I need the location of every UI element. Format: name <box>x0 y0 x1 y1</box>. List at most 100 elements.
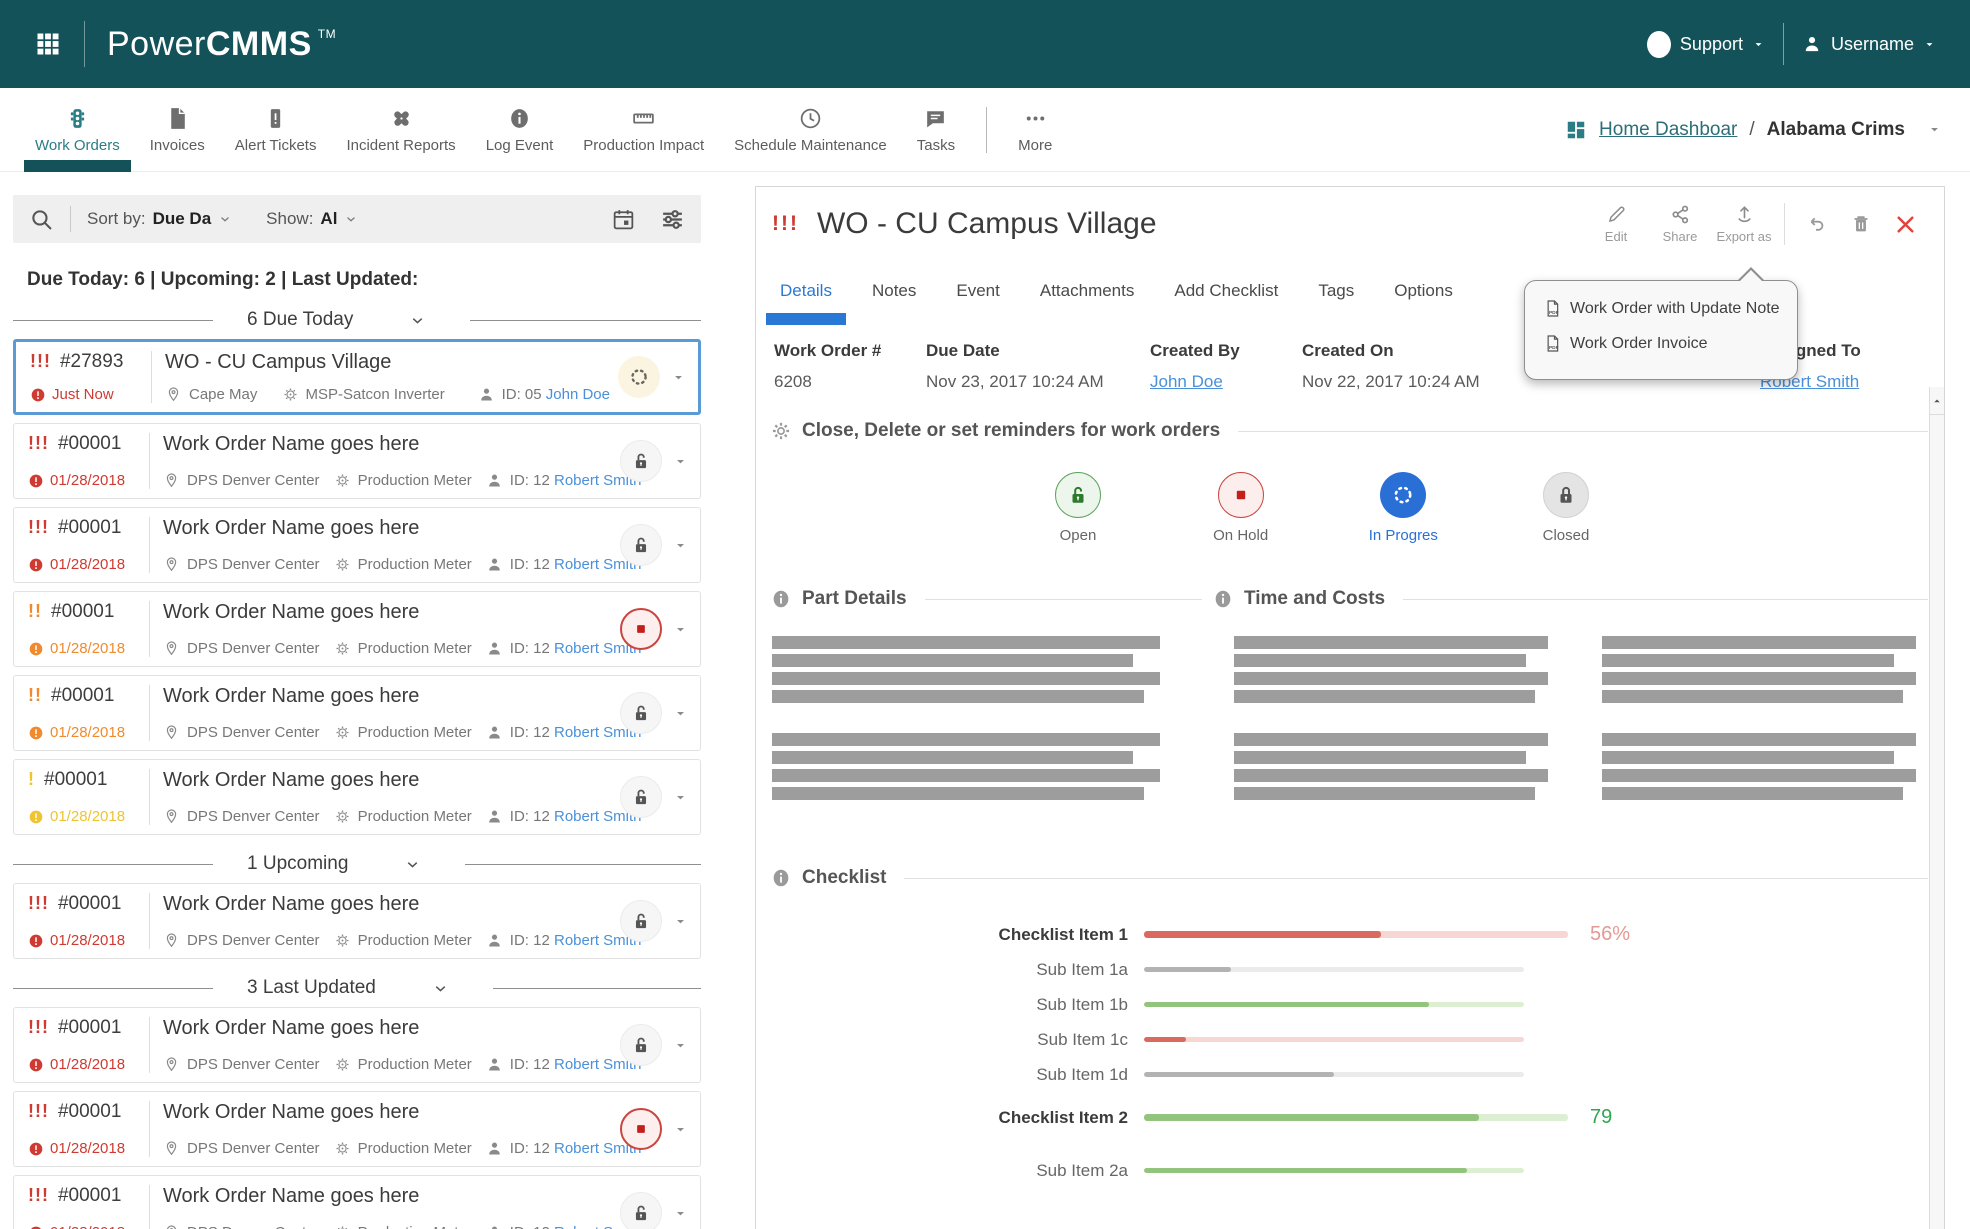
app-header: PowerCMMSTM Support Username <box>0 0 1970 88</box>
work-order-card[interactable]: !#0000101/28/2018Work Order Name goes he… <box>13 759 701 835</box>
work-order-card[interactable]: !!!#0000101/28/2018Work Order Name goes … <box>13 883 701 959</box>
tab-notes[interactable]: Notes <box>872 281 916 305</box>
tab-add-checklist[interactable]: Add Checklist <box>1174 281 1278 305</box>
work-order-card[interactable]: !!#0000101/28/2018Work Order Name goes h… <box>13 675 701 751</box>
work-order-card[interactable]: !!!#0000101/28/2018Work Order Name goes … <box>13 1175 701 1229</box>
lock-open-icon[interactable] <box>620 900 662 942</box>
caret-down-icon <box>673 622 688 637</box>
tab-tags[interactable]: Tags <box>1318 281 1354 305</box>
breadcrumb-home-link[interactable]: Home Dashboar <box>1599 119 1737 141</box>
work-order-card[interactable]: !!!#0000101/28/2018Work Order Name goes … <box>13 423 701 499</box>
pin-icon <box>163 556 180 573</box>
work-order-card[interactable]: !!!#0000101/28/2018 Work Order Name goes … <box>13 1007 701 1083</box>
asset-text: MSP-Satcon Inverter <box>306 386 445 403</box>
due-date-text: 01/28/2018 <box>50 932 125 949</box>
calendar-icon[interactable] <box>611 207 636 232</box>
skeleton-bar <box>1602 769 1916 782</box>
work-order-card[interactable]: !!!#0000101/28/2018Work Order Name goes … <box>13 1091 701 1167</box>
nav-item-production-impact[interactable]: Production Impact <box>568 88 719 172</box>
assignee-link[interactable]: John Doe <box>546 386 610 403</box>
lock-open-icon[interactable] <box>620 1192 662 1229</box>
sort-by-label: Sort by: <box>87 209 146 229</box>
trash-button[interactable] <box>1838 213 1883 235</box>
group-header[interactable]: 3 Last Updated <box>13 969 701 1007</box>
card-divider <box>149 685 150 741</box>
nav-item-invoices[interactable]: Invoices <box>135 88 220 172</box>
tab-attachments[interactable]: Attachments <box>1040 281 1135 305</box>
tab-event[interactable]: Event <box>956 281 999 305</box>
export-menu-item[interactable]: PDFWork Order Invoice <box>1543 334 1779 353</box>
lock-open-icon[interactable] <box>620 524 662 566</box>
file-icon <box>165 106 190 131</box>
support-menu[interactable]: Support <box>1647 31 1765 58</box>
share-button[interactable]: Share <box>1648 204 1712 244</box>
priority-indicator: !! <box>28 601 42 622</box>
status-closed-button[interactable]: Closed <box>1520 472 1612 544</box>
meter-icon <box>334 808 351 825</box>
lock-open-icon[interactable] <box>620 776 662 818</box>
scroll-up-arrow[interactable] <box>1930 387 1944 415</box>
card-main: Work Order Name goes hereDPS Denver Cent… <box>163 517 612 573</box>
work-order-card[interactable]: !!#0000101/28/2018Work Order Name goes h… <box>13 591 701 667</box>
info-icon <box>507 106 532 131</box>
nav-item-log-event[interactable]: Log Event <box>471 88 569 172</box>
export-menu-item[interactable]: PDFWork Order with Update Note <box>1543 299 1779 318</box>
pencil-icon <box>1606 204 1627 225</box>
app-launcher-grid-icon[interactable] <box>34 30 62 58</box>
field-label: Created On <box>1302 341 1524 361</box>
work-order-card[interactable]: !!!#0000101/28/2018Work Order Name goes … <box>13 507 701 583</box>
field-value[interactable]: John Doe <box>1150 372 1302 392</box>
nav-item-incident-reports[interactable]: Incident Reports <box>331 88 470 172</box>
card-main: Work Order Name goes hereDPS Denver Cent… <box>163 1017 612 1073</box>
field-label: Created By <box>1150 341 1302 361</box>
group-header[interactable]: 1 Upcoming <box>13 845 701 883</box>
export-menu-label: Work Order Invoice <box>1570 335 1708 353</box>
search-icon[interactable] <box>29 207 54 232</box>
export-as-button[interactable]: Export as <box>1712 204 1776 244</box>
tool-label: Edit <box>1605 229 1627 244</box>
location-text: DPS Denver Center <box>187 1056 320 1073</box>
on-hold-icon[interactable] <box>620 608 662 650</box>
filter-sliders-icon[interactable] <box>660 207 685 232</box>
undo-button[interactable] <box>1793 213 1838 235</box>
nav-item-schedule-maintenance[interactable]: Schedule Maintenance <box>719 88 902 172</box>
person-icon <box>486 1140 503 1157</box>
caret-down-icon[interactable] <box>1927 122 1942 137</box>
on-hold-icon[interactable] <box>620 1108 662 1150</box>
lock-open-icon[interactable] <box>620 1024 662 1066</box>
detail-scrollbar[interactable] <box>1929 387 1944 1229</box>
lock-closed-icon <box>1543 472 1589 518</box>
status-inprogress-button[interactable]: In Progres <box>1357 472 1449 544</box>
export-menu-items: PDFWork Order with Update Note PDFWork Or… <box>1543 299 1779 353</box>
edit-button[interactable]: Edit <box>1584 204 1648 244</box>
nav-item-more[interactable]: More <box>1003 88 1067 172</box>
sort-by-dropdown[interactable]: Sort by: Due Da <box>87 209 232 229</box>
card-left-block: !!!#0000101/28/2018 <box>28 1017 136 1073</box>
card-right <box>620 601 688 657</box>
status-onhold-button[interactable]: On Hold <box>1195 472 1287 544</box>
nav-item-work-orders[interactable]: Work Orders <box>20 88 135 172</box>
nav-item-alert-tickets[interactable]: Alert Tickets <box>220 88 332 172</box>
card-main: Work Order Name goes hereDPS Denver Cent… <box>163 893 612 949</box>
skeleton-bar <box>772 654 1133 667</box>
card-right <box>620 685 688 741</box>
status-open-button[interactable]: Open <box>1032 472 1124 544</box>
close-button[interactable] <box>1883 212 1928 237</box>
in-progress-icon[interactable] <box>618 356 660 398</box>
tab-options[interactable]: Options <box>1394 281 1453 305</box>
progress-fill <box>1144 1168 1467 1173</box>
lock-open-icon[interactable] <box>620 440 662 482</box>
person-icon <box>1802 34 1822 54</box>
meter-icon <box>282 386 299 403</box>
brand-logo: PowerCMMSTM <box>107 25 336 64</box>
lock-open-icon[interactable] <box>620 692 662 734</box>
group-header[interactable]: 6 Due Today <box>13 301 701 339</box>
work-order-card[interactable]: !!!#27893Just NowWO - CU Campus VillageC… <box>13 339 701 415</box>
list-toolbar-right <box>611 207 685 232</box>
user-menu[interactable]: Username <box>1802 34 1936 55</box>
breadcrumb-current: Alabama Crims <box>1767 119 1905 141</box>
progress-fill <box>1144 967 1231 972</box>
tab-details[interactable]: Details <box>780 281 832 305</box>
show-dropdown[interactable]: Show: Al <box>266 209 358 229</box>
nav-item-tasks[interactable]: Tasks <box>902 88 970 172</box>
